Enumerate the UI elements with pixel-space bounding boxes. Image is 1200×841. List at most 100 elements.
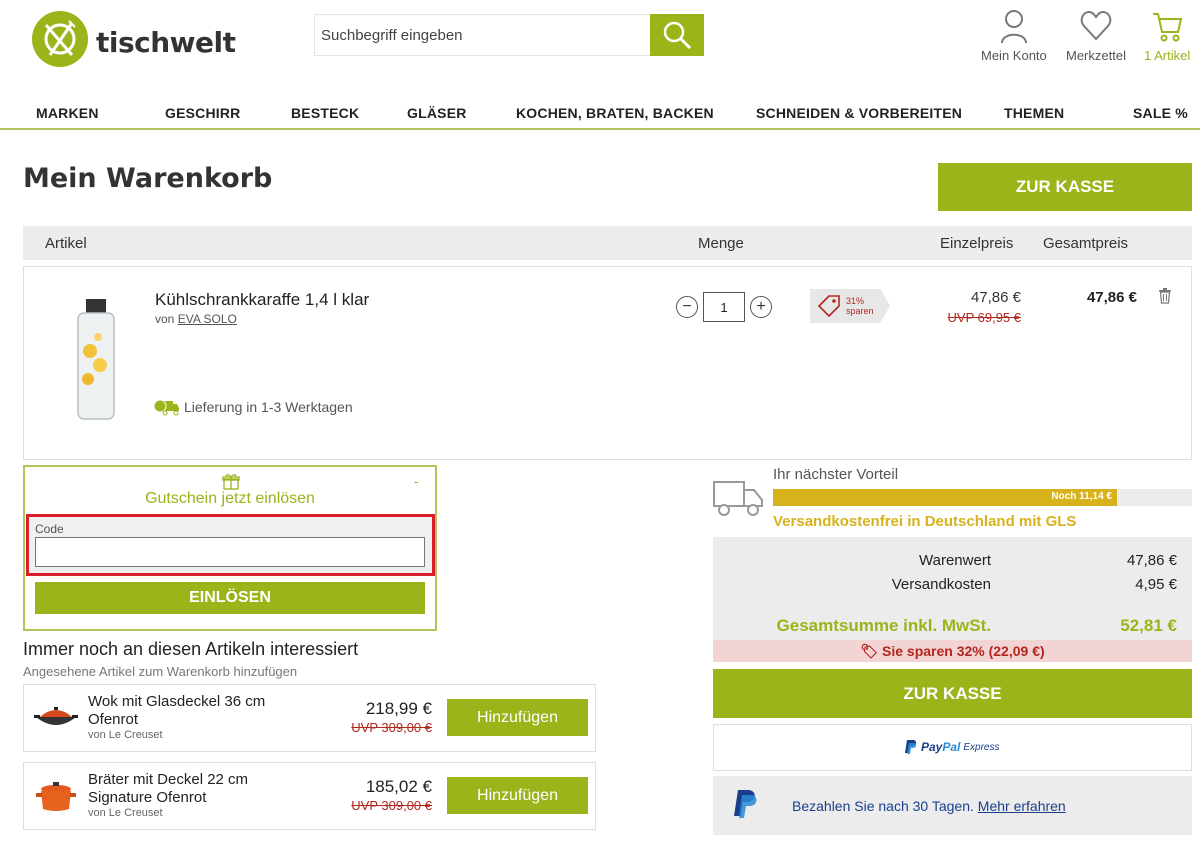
nav-item-besteck[interactable]: BESTECK [291, 105, 359, 121]
savings-percent: 31% [846, 296, 865, 306]
paylater-link[interactable]: Mehr erfahren [978, 798, 1066, 814]
recommendation-uvp: UVP 309,00 € [351, 720, 432, 735]
increase-qty-button[interactable]: + [750, 296, 772, 318]
quantity-stepper: − 1 + [676, 292, 772, 322]
gift-icon [222, 474, 240, 490]
coupon-code-field-container: Code [26, 514, 435, 576]
page-title: Mein Warenkorb [23, 163, 273, 194]
checkout-button-top[interactable]: ZUR KASSE [938, 163, 1192, 211]
paylater-text: Bezahlen Sie nach 30 Tagen. [792, 798, 974, 814]
recommendation-name-line2: Signature Ofenrot [88, 789, 207, 806]
goods-value: 47,86 € [1126, 552, 1177, 569]
col-total-price: Gesamtpreis [1043, 235, 1129, 252]
quantity-input[interactable]: 1 [703, 292, 745, 322]
total-label: Gesamtsumme inkl. MwSt. [776, 616, 991, 635]
paypal-icon [905, 740, 917, 754]
delivery-truck-icon [713, 481, 763, 516]
account-link[interactable]: Mein Konto [981, 8, 1047, 63]
brand-prefix: von [155, 312, 175, 326]
nav-item-geschirr[interactable]: GESCHIRR [165, 105, 241, 121]
paypal-express-word: Express [963, 741, 1000, 753]
wishlist-link[interactable]: Merkzettel [1066, 8, 1126, 63]
savings-text: Sie sparen 32% (22,09 €) [882, 643, 1045, 659]
cart-icon [1153, 13, 1183, 42]
paylater-info: Bezahlen Sie nach 30 Tagen. Mehr erfahre… [713, 776, 1192, 835]
recommendation-price: 185,02 € [365, 777, 432, 796]
checkout-button-bottom[interactable]: ZUR KASSE [713, 669, 1192, 718]
recommendation-name-line1: Wok mit Glasdeckel 36 cm [88, 693, 266, 710]
casserole-image[interactable] [36, 779, 76, 813]
truck-clock-icon [154, 399, 179, 416]
savings-line: 🏷 Sie sparen 32% (22,09 €) [713, 643, 1192, 660]
recommendation-price: 218,99 € [365, 699, 432, 718]
benefit-label: Ihr nächster Vorteil [773, 466, 899, 483]
cart-table-header: Artikel Menge Einzelpreis Gesamtpreis [23, 226, 1192, 260]
search-button[interactable] [650, 14, 704, 56]
trash-icon[interactable] [1158, 288, 1172, 304]
cart-link[interactable]: 1 Artikel [1144, 8, 1190, 63]
decrease-qty-button[interactable]: − [676, 296, 698, 318]
price-tag-icon [817, 295, 840, 318]
recommendation-brand: von Le Creuset [88, 807, 163, 819]
paypal-word-2: Pal [942, 740, 961, 754]
nav-item-kochen[interactable]: KOCHEN, BRATEN, BACKEN [516, 105, 714, 121]
recommendations-subtitle: Angesehene Artikel zum Warenkorb hinzufü… [23, 664, 298, 679]
shipping-value: 4,95 € [1135, 576, 1177, 593]
cart-item-name[interactable]: Kühlschrankkaraffe 1,4 l klar [155, 290, 369, 310]
nav-item-marken[interactable]: MARKEN [36, 105, 99, 121]
benefit-progress-fill: Noch 11,14 € [773, 489, 1117, 506]
cart-count-label: 1 Artikel [1144, 48, 1191, 63]
recommendation-name[interactable]: Bräter mit Deckel 22 cm Signature Ofenro… [88, 771, 248, 807]
cart-item-total: 47,86 € [1086, 289, 1137, 306]
savings-badge-text: 31% sparen [846, 296, 874, 316]
recommendation-uvp: UVP 309,00 € [351, 798, 432, 813]
add-to-cart-button[interactable]: Hinzufügen [447, 777, 588, 814]
savings-word: sparen [846, 306, 874, 316]
recommendation-name[interactable]: Wok mit Glasdeckel 36 cm Ofenrot [88, 693, 265, 729]
nav-item-themen[interactable]: THEMEN [1004, 105, 1064, 121]
add-to-cart-button[interactable]: Hinzufügen [447, 699, 588, 736]
col-quantity: Menge [698, 235, 744, 252]
cart-item-brand-line: von EVA SOLO [155, 312, 237, 326]
paypal-word-1: Pay [921, 740, 943, 754]
coupon-title[interactable]: Gutschein jetzt einlösen [25, 490, 435, 508]
account-label: Mein Konto [981, 48, 1047, 63]
delivery-info: Lieferung in 1-3 Werktagen [154, 398, 353, 416]
coupon-code-input[interactable] [35, 537, 425, 567]
wok-image[interactable] [34, 703, 78, 733]
benefit-text: Versandkostenfrei in Deutschland mit GLS [773, 513, 1077, 530]
product-image[interactable] [72, 295, 120, 423]
search-input[interactable]: Suchbegriff eingeben [314, 14, 651, 56]
recommendation-item: Wok mit Glasdeckel 36 cm Ofenrot von Le … [23, 684, 596, 752]
wishlist-label: Merkzettel [1066, 48, 1126, 63]
main-nav: MARKEN GESCHIRR BESTECK GLÄSER KOCHEN, B… [0, 96, 1200, 130]
search-icon [663, 21, 692, 50]
shipping-label: Versandkosten [891, 576, 991, 593]
logo-icon[interactable] [32, 11, 88, 67]
paylater-line: Bezahlen Sie nach 30 Tagen. Mehr erfahre… [792, 798, 1066, 814]
savings-bar: 🏷 Sie sparen 32% (22,09 €) [713, 640, 1192, 662]
heart-icon [1080, 10, 1112, 41]
tag-icon: 🏷 [860, 643, 879, 659]
coupon-code-label: Code [35, 522, 64, 536]
recommendation-brand: von Le Creuset [88, 729, 163, 741]
total-value: 52,81 € [1120, 616, 1177, 635]
redeem-coupon-button[interactable]: EINLÖSEN [35, 582, 425, 614]
paypal-express-button[interactable]: Pay Pal Express [713, 724, 1192, 771]
brand-link[interactable]: EVA SOLO [178, 312, 237, 326]
cart-item-unit-price: 47,86 € [970, 289, 1021, 306]
paypal-logo: Pay Pal Express [904, 739, 1000, 755]
recommendation-name-line2: Ofenrot [88, 711, 139, 728]
nav-item-glaeser[interactable]: GLÄSER [407, 105, 467, 121]
user-icon [1000, 10, 1027, 44]
recommendations-title: Immer noch an diesen Artikeln interessie… [23, 639, 359, 659]
nav-item-schneiden[interactable]: SCHNEIDEN & VORBEREITEN [756, 105, 962, 121]
paypal-p-icon [734, 790, 757, 818]
col-article: Artikel [45, 235, 87, 252]
nav-item-sale[interactable]: SALE % [1133, 105, 1188, 121]
benefit-remaining: Noch 11,14 € [1051, 491, 1112, 502]
coupon-collapse-toggle[interactable]: - [414, 473, 419, 489]
logo-text[interactable]: tischwelt [96, 26, 236, 59]
delivery-text: Lieferung in 1-3 Werktagen [184, 399, 353, 415]
goods-label: Warenwert [919, 552, 991, 569]
